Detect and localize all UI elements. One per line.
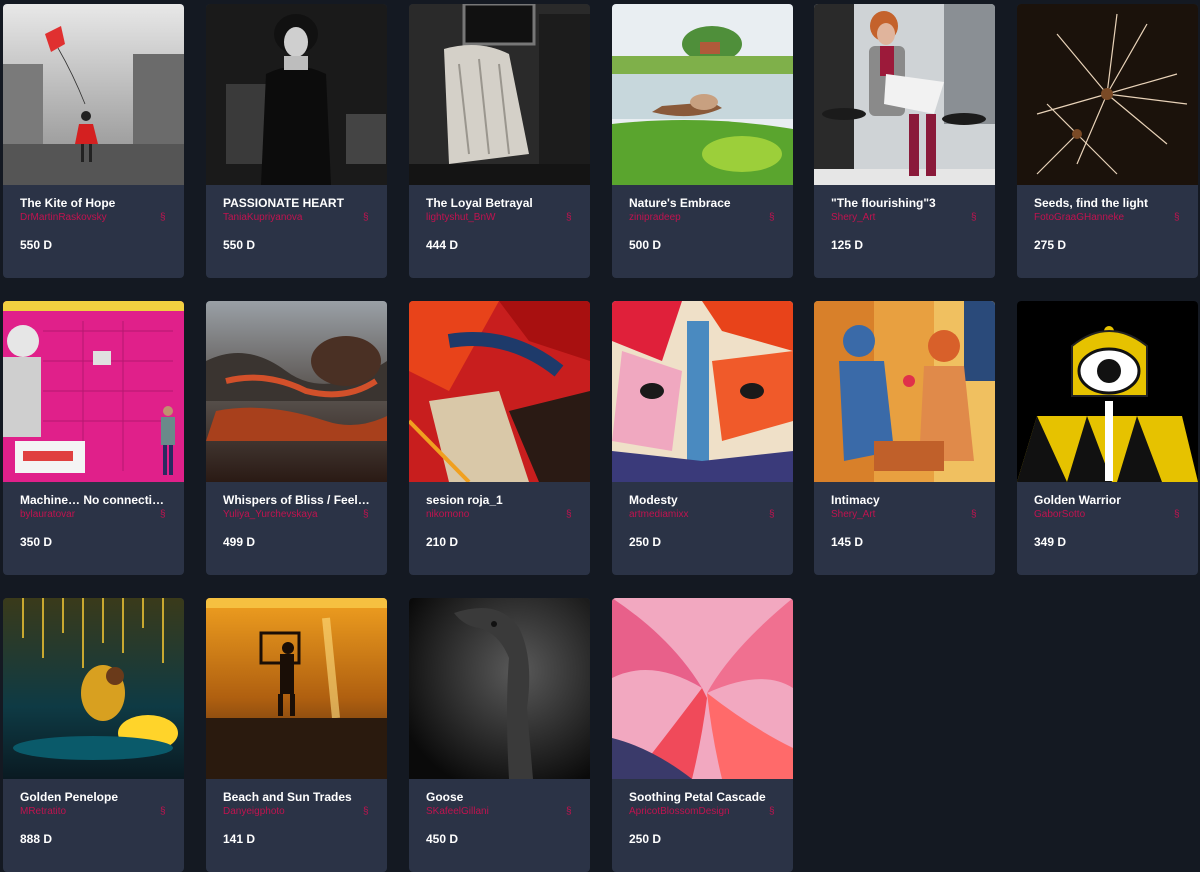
artist-name[interactable]: DrMartinRaskovsky: [20, 212, 150, 223]
artwork-card[interactable]: The Kite of Hope DrMartinRaskovsky § 550…: [3, 4, 184, 278]
artist-name[interactable]: Shery_Art: [831, 509, 961, 520]
artwork-thumbnail[interactable]: [409, 598, 590, 779]
artwork-card[interactable]: Intimacy Shery_Art § 145 D: [814, 301, 995, 575]
artwork-thumbnail[interactable]: [1017, 301, 1198, 482]
artist-name[interactable]: bylauratovar: [20, 509, 150, 520]
artwork-card[interactable]: Golden Penelope MRetratito § 888 D: [3, 598, 184, 872]
artwork-price: 250 D: [629, 832, 662, 846]
artist-name[interactable]: zinipradeep: [629, 212, 759, 223]
artwork-title[interactable]: Modesty: [629, 493, 779, 507]
section-icon: §: [160, 509, 166, 520]
section-icon: §: [363, 509, 369, 520]
artwork-thumbnail[interactable]: [409, 4, 590, 185]
artwork-price: 450 D: [426, 832, 459, 846]
artwork-price: 888 D: [20, 832, 53, 846]
artwork-price: 500 D: [629, 238, 662, 252]
section-icon: §: [160, 212, 166, 223]
artwork-title[interactable]: Nature's Embrace: [629, 196, 779, 210]
artist-name[interactable]: Shery_Art: [831, 212, 961, 223]
artwork-price: 145 D: [831, 535, 864, 549]
artwork-thumbnail[interactable]: [3, 598, 184, 779]
artwork-price: 350 D: [20, 535, 53, 549]
artwork-title[interactable]: "The flourishing"3: [831, 196, 981, 210]
artwork-price: 349 D: [1034, 535, 1067, 549]
section-icon: §: [769, 806, 775, 817]
artist-name[interactable]: SKafeelGillani: [426, 806, 556, 817]
section-icon: §: [971, 509, 977, 520]
artist-name[interactable]: FotoGraaGHanneke: [1034, 212, 1164, 223]
artwork-price: 550 D: [223, 238, 256, 252]
artwork-price: 499 D: [223, 535, 256, 549]
artist-name[interactable]: Danyeigphoto: [223, 806, 353, 817]
artwork-price: 250 D: [629, 535, 662, 549]
artwork-thumbnail[interactable]: [206, 301, 387, 482]
artwork-thumbnail[interactable]: [1017, 4, 1198, 185]
artwork-card[interactable]: PASSIONATE HEART TaniaKupriyanova § 550 …: [206, 4, 387, 278]
artwork-thumbnail[interactable]: [814, 301, 995, 482]
artwork-price: 210 D: [426, 535, 459, 549]
artwork-card[interactable]: Machine… No connection… bylauratovar § 3…: [3, 301, 184, 575]
section-icon: §: [566, 806, 572, 817]
artist-name[interactable]: TaniaKupriyanova: [223, 212, 353, 223]
artwork-title[interactable]: Whispers of Bliss / Feelin…: [223, 493, 373, 507]
section-icon: §: [363, 806, 369, 817]
section-icon: §: [971, 212, 977, 223]
artwork-title[interactable]: Soothing Petal Cascade: [629, 790, 779, 804]
artwork-price: 275 D: [1034, 238, 1067, 252]
artist-name[interactable]: ApricotBlossomDesign: [629, 806, 759, 817]
artist-name[interactable]: artmediamixx: [629, 509, 759, 520]
artwork-card[interactable]: Whispers of Bliss / Feelin… Yuliya_Yurch…: [206, 301, 387, 575]
artwork-card[interactable]: Nature's Embrace zinipradeep § 500 D: [612, 4, 793, 278]
artwork-card[interactable]: Golden Warrior GaborSotto § 349 D: [1017, 301, 1198, 575]
artwork-card[interactable]: Beach and Sun Trades Danyeigphoto § 141 …: [206, 598, 387, 872]
artwork-thumbnail[interactable]: [206, 4, 387, 185]
artwork-title[interactable]: sesion roja_1: [426, 493, 576, 507]
artwork-price: 125 D: [831, 238, 864, 252]
artwork-title[interactable]: Beach and Sun Trades: [223, 790, 373, 804]
artwork-card[interactable]: "The flourishing"3 Shery_Art § 125 D: [814, 4, 995, 278]
artist-name[interactable]: lightyshut_BnW: [426, 212, 556, 223]
artwork-title[interactable]: Seeds, find the light: [1034, 196, 1184, 210]
artwork-thumbnail[interactable]: [612, 301, 793, 482]
artist-name[interactable]: Yuliya_Yurchevskaya: [223, 509, 353, 520]
artwork-price: 141 D: [223, 832, 256, 846]
section-icon: §: [1174, 212, 1180, 223]
artwork-card[interactable]: Modesty artmediamixx § 250 D: [612, 301, 793, 575]
artwork-title[interactable]: Machine… No connection…: [20, 493, 170, 507]
artwork-thumbnail[interactable]: [814, 4, 995, 185]
artist-name[interactable]: GaborSotto: [1034, 509, 1164, 520]
artwork-card[interactable]: sesion roja_1 nikomono § 210 D: [409, 301, 590, 575]
artwork-thumbnail[interactable]: [206, 598, 387, 779]
artwork-title[interactable]: PASSIONATE HEART: [223, 196, 373, 210]
artwork-grid: The Kite of Hope DrMartinRaskovsky § 550…: [0, 0, 1200, 872]
artwork-card[interactable]: Goose SKafeelGillani § 450 D: [409, 598, 590, 872]
artwork-price: 550 D: [20, 238, 53, 252]
artwork-price: 444 D: [426, 238, 459, 252]
artwork-card[interactable]: The Loyal Betrayal lightyshut_BnW § 444 …: [409, 4, 590, 278]
section-icon: §: [566, 212, 572, 223]
section-icon: §: [769, 509, 775, 520]
section-icon: §: [363, 212, 369, 223]
artwork-thumbnail[interactable]: [612, 598, 793, 779]
artwork-title[interactable]: Goose: [426, 790, 576, 804]
artwork-title[interactable]: The Loyal Betrayal: [426, 196, 576, 210]
artwork-card[interactable]: Seeds, find the light FotoGraaGHanneke §…: [1017, 4, 1198, 278]
artwork-title[interactable]: Golden Warrior: [1034, 493, 1184, 507]
section-icon: §: [566, 509, 572, 520]
artist-name[interactable]: nikomono: [426, 509, 556, 520]
artwork-title[interactable]: Intimacy: [831, 493, 981, 507]
section-icon: §: [1174, 509, 1180, 520]
artwork-title[interactable]: The Kite of Hope: [20, 196, 170, 210]
artwork-thumbnail[interactable]: [3, 301, 184, 482]
section-icon: §: [160, 806, 166, 817]
artwork-thumbnail[interactable]: [3, 4, 184, 185]
artwork-title[interactable]: Golden Penelope: [20, 790, 170, 804]
artwork-thumbnail[interactable]: [409, 301, 590, 482]
artwork-thumbnail[interactable]: [612, 4, 793, 185]
artwork-card[interactable]: Soothing Petal Cascade ApricotBlossomDes…: [612, 598, 793, 872]
artist-name[interactable]: MRetratito: [20, 806, 150, 817]
section-icon: §: [769, 212, 775, 223]
